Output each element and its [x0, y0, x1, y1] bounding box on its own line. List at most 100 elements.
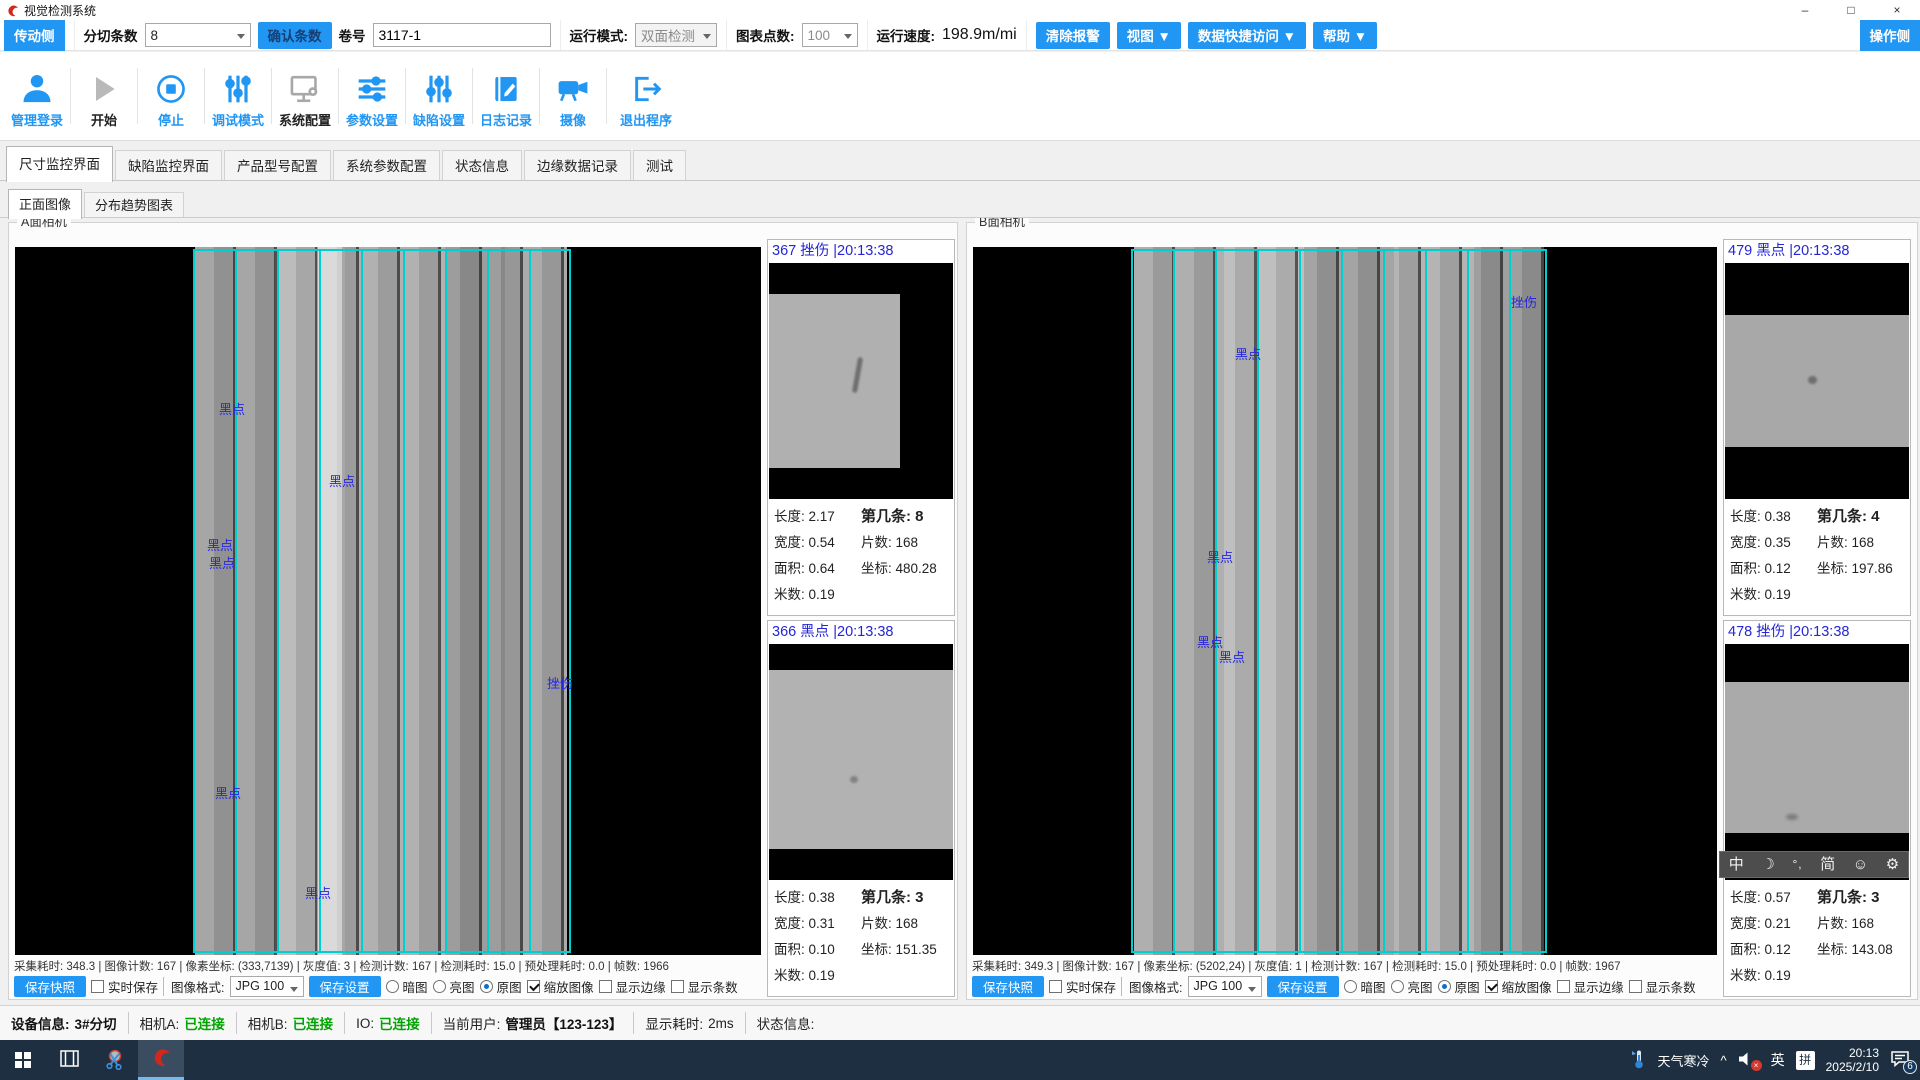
save-snapshot-button[interactable]: 保存快照 — [14, 976, 86, 997]
exit-program-button[interactable]: 退出程序 — [607, 59, 685, 133]
stat-area: 面积: 0.12 — [1730, 556, 1817, 582]
help-menu-button[interactable]: 帮助 ▼ — [1313, 22, 1377, 49]
save-settings-button[interactable]: 保存设置 — [309, 976, 381, 997]
image-format-dropdown[interactable]: JPG 100 — [1188, 976, 1262, 997]
defect-text-label: 黑点 — [209, 553, 235, 572]
video-capture-button[interactable]: 摄像 — [540, 59, 606, 133]
tab-size-monitor[interactable]: 尺寸监控界面 — [6, 146, 113, 182]
operation-side-button[interactable]: 操作侧 — [1860, 20, 1920, 51]
defect-stats: 长度: 0.38 宽度: 0.35 面积: 0.12 米数: 0.19 第几条:… — [1724, 499, 1910, 615]
stat-meters: 米数: 0.19 — [1730, 963, 1817, 989]
realtime-save-checkbox[interactable]: 实时保存 — [1049, 977, 1116, 996]
dark-image-radio[interactable]: 暗图 — [386, 977, 428, 996]
tab-test[interactable]: 测试 — [633, 150, 686, 181]
original-image-radio[interactable]: 原图 — [480, 977, 522, 996]
camera-b-conn-status: 已连接 — [293, 1013, 334, 1033]
defect-card[interactable]: 479 黑点 |20:13:38 长度: 0.38 宽度: 0.35 面积: 0… — [1723, 239, 1911, 616]
tab-defect-monitor[interactable]: 缺陷监控界面 — [115, 150, 222, 181]
checkbox-label: 显示条数 — [1646, 977, 1696, 996]
maximize-button[interactable]: □ — [1828, 0, 1874, 20]
data-quick-access-menu-button[interactable]: 数据快捷访问 ▼ — [1188, 22, 1306, 49]
volume-muted-icon[interactable]: × — [1738, 1051, 1760, 1069]
defect-thumbnail — [769, 263, 953, 499]
stop-button[interactable]: 停止 — [138, 59, 204, 133]
defect-card[interactable]: 478 挫伤 |20:13:38 长度: 0.57 宽度: 0.21 面积: 0… — [1723, 620, 1911, 997]
close-button[interactable]: × — [1874, 0, 1920, 20]
show-edge-checkbox[interactable]: 显示边缘 — [1557, 977, 1624, 996]
debug-mode-button[interactable]: 调试模式 — [205, 59, 271, 133]
inspection-app-taskbar-button[interactable] — [138, 1040, 184, 1080]
log-record-button[interactable]: 日志记录 — [473, 59, 539, 133]
image-format-dropdown[interactable]: JPG 100 — [230, 976, 304, 997]
save-settings-button[interactable]: 保存设置 — [1267, 976, 1339, 997]
run-mode-dropdown[interactable]: 双面检测 — [635, 23, 717, 47]
snipping-tool-button[interactable] — [92, 1040, 138, 1080]
slit-count-value: 8 — [151, 28, 159, 43]
bright-image-radio[interactable]: 亮图 — [433, 977, 475, 996]
checkbox-label: 缩放图像 — [544, 977, 594, 996]
defect-header: 479 黑点 |20:13:38 — [1724, 240, 1910, 263]
hidden-icons-chevron[interactable]: ^ — [1721, 1053, 1727, 1068]
io-conn-status: 已连接 — [379, 1013, 420, 1033]
ime-settings-gear-icon[interactable]: ⚙ — [1886, 852, 1899, 877]
clock[interactable]: 20:13 2025/2/10 — [1826, 1046, 1879, 1074]
image-format-value: JPG 100 — [236, 979, 285, 993]
main-tab-bar: 尺寸监控界面 缺陷监控界面 产品型号配置 系统参数配置 状态信息 边缘数据记录 … — [0, 141, 1920, 181]
view-menu-button[interactable]: 视图 ▼ — [1117, 22, 1181, 49]
ime-simplified-button[interactable]: 简 — [1820, 852, 1835, 877]
tab-system-parameter-config[interactable]: 系统参数配置 — [333, 150, 440, 181]
start-menu-button[interactable] — [0, 1040, 46, 1080]
stat-area: 面积: 0.64 — [774, 556, 861, 582]
dark-image-radio[interactable]: 暗图 — [1344, 977, 1386, 996]
stat-strip-no: 第几条: 8 — [861, 504, 948, 530]
chart-points-dropdown[interactable]: 100 — [802, 23, 858, 47]
ime-emoji-icon[interactable]: ☺ — [1853, 852, 1868, 877]
tab-product-model-config[interactable]: 产品型号配置 — [224, 150, 331, 181]
show-edge-checkbox[interactable]: 显示边缘 — [599, 977, 666, 996]
clear-alarm-button[interactable]: 清除报警 — [1036, 22, 1110, 49]
stat-width: 宽度: 0.54 — [774, 530, 861, 556]
defect-text-label: 黑点 — [215, 783, 241, 802]
ime-indicator[interactable]: 拼 — [1796, 1051, 1815, 1070]
device-info-label: 设备信息: — [11, 1013, 70, 1033]
transmission-side-button[interactable]: 传动侧 — [4, 20, 65, 51]
defect-card[interactable]: 367 挫伤 |20:13:38 长度: 2.17 宽度: 0.54 面积: 0… — [767, 239, 955, 616]
ime-chinese-mode-button[interactable]: 中 — [1729, 852, 1744, 877]
zoom-image-checkbox[interactable]: 缩放图像 — [527, 977, 594, 996]
minimize-button[interactable]: – — [1782, 0, 1828, 20]
scissors-icon — [104, 1048, 126, 1073]
confirm-count-button[interactable]: 确认条数 — [258, 22, 332, 49]
task-view-button[interactable] — [46, 1040, 92, 1080]
stat-strip-no: 第几条: 3 — [861, 885, 948, 911]
admin-login-button[interactable]: 管理登录 — [4, 59, 70, 133]
language-indicator[interactable]: 英 — [1771, 1050, 1785, 1070]
ime-fullwidth-icon[interactable]: ☽ — [1761, 852, 1774, 877]
bright-image-radio[interactable]: 亮图 — [1391, 977, 1433, 996]
parameter-settings-button[interactable]: 参数设置 — [339, 59, 405, 133]
defect-card[interactable]: 366 黑点 |20:13:38 长度: 0.38 宽度: 0.31 面积: 0… — [767, 620, 955, 997]
defect-text-label: 黑点 — [305, 883, 331, 902]
stat-meters: 米数: 0.19 — [774, 582, 861, 608]
defect-settings-button[interactable]: 缺陷设置 — [406, 59, 472, 133]
start-button[interactable]: 开始 — [71, 59, 137, 133]
original-image-radio[interactable]: 原图 — [1438, 977, 1480, 996]
ime-punctuation-icon[interactable]: °, — [1792, 852, 1802, 877]
subtab-trend-chart[interactable]: 分布趋势图表 — [84, 192, 184, 218]
chart-points-value: 100 — [808, 28, 831, 43]
save-snapshot-button[interactable]: 保存快照 — [972, 976, 1044, 997]
subtab-front-image[interactable]: 正面图像 — [8, 189, 82, 219]
roll-input[interactable] — [373, 23, 551, 47]
tab-edge-data-record[interactable]: 边缘数据记录 — [524, 150, 631, 181]
slit-count-dropdown[interactable]: 8 — [145, 23, 251, 47]
show-count-checkbox[interactable]: 显示条数 — [1629, 977, 1696, 996]
realtime-save-checkbox[interactable]: 实时保存 — [91, 977, 158, 996]
weather-text[interactable]: 天气寒冷 — [1657, 1051, 1709, 1070]
zoom-image-checkbox[interactable]: 缩放图像 — [1485, 977, 1552, 996]
action-center-button[interactable]: 6 — [1890, 1050, 1912, 1070]
tab-status-info[interactable]: 状态信息 — [442, 150, 522, 181]
system-config-button[interactable]: 系统配置 — [272, 59, 338, 133]
show-count-checkbox[interactable]: 显示条数 — [671, 977, 738, 996]
thermometer-icon[interactable] — [1630, 1049, 1646, 1072]
device-info-value: 3#分切 — [75, 1013, 117, 1033]
stat-area: 面积: 0.10 — [774, 937, 861, 963]
